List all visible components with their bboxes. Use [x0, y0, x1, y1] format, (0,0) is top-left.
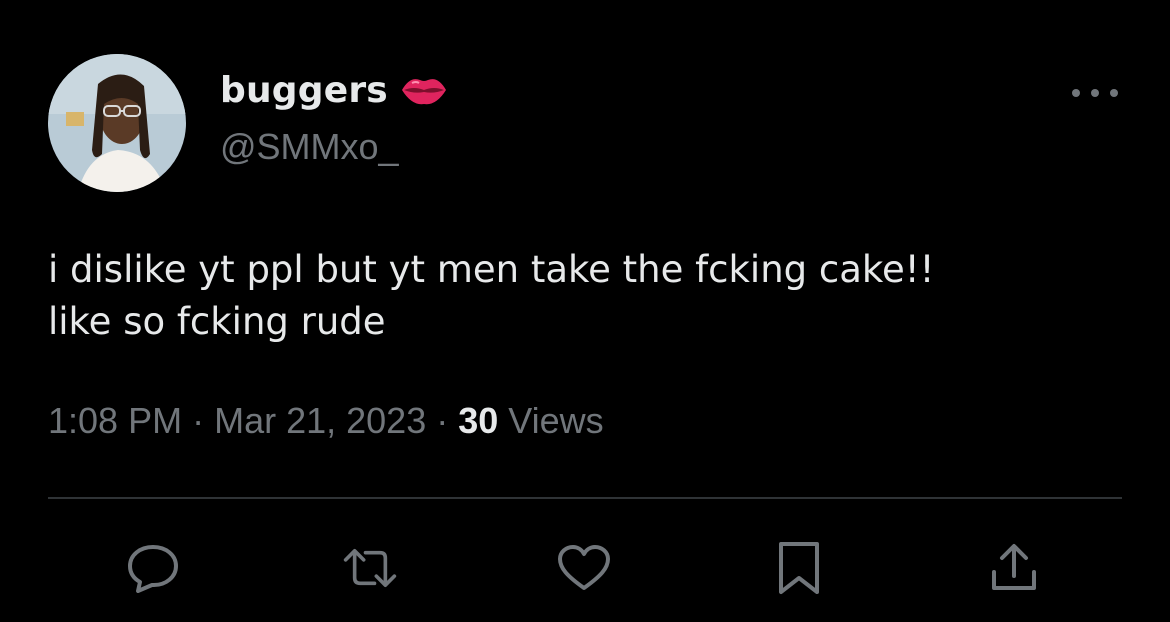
author-row: buggers: [220, 64, 448, 116]
more-options-button[interactable]: [1072, 78, 1118, 108]
kiss-mark-lips-icon: [401, 79, 446, 105]
more-dot-icon: [1072, 89, 1080, 97]
heart-icon: [558, 545, 610, 590]
display-name[interactable]: buggers: [220, 70, 388, 111]
tweet-text: i dislike yt ppl but yt men take the fck…: [48, 244, 1128, 348]
views-count: 30: [458, 400, 509, 441]
meta-separator: ·: [436, 400, 459, 441]
tweet-meta: 1:08 PM · Mar 21, 2023 · 30 Views: [48, 400, 604, 442]
tweet-text-line: like so fcking rude: [48, 300, 386, 343]
avatar-photo: [48, 54, 186, 192]
divider: [48, 497, 1122, 499]
avatar[interactable]: [48, 54, 186, 192]
views-label: Views: [508, 400, 604, 441]
reply-button[interactable]: [125, 540, 181, 596]
tweet-text-line: i dislike yt ppl but yt men take the fck…: [48, 248, 935, 291]
more-dot-icon: [1110, 89, 1118, 97]
bookmark-button[interactable]: [771, 540, 827, 596]
share-icon: [992, 544, 1036, 590]
bookmark-icon: [779, 542, 819, 594]
retweet-icon: [343, 549, 397, 587]
more-dot-icon: [1091, 89, 1099, 97]
tweet-container: buggers @SMMxo_ i dislike yt ppl but yt …: [0, 0, 1170, 622]
share-button[interactable]: [986, 540, 1042, 596]
like-button[interactable]: [556, 540, 612, 596]
tweet-time[interactable]: 1:08 PM: [48, 400, 182, 441]
author-handle[interactable]: @SMMxo_: [220, 126, 399, 168]
meta-separator: ·: [192, 400, 215, 441]
reply-icon: [128, 545, 178, 593]
retweet-button[interactable]: [342, 540, 398, 596]
tweet-date[interactable]: Mar 21, 2023: [214, 400, 426, 441]
